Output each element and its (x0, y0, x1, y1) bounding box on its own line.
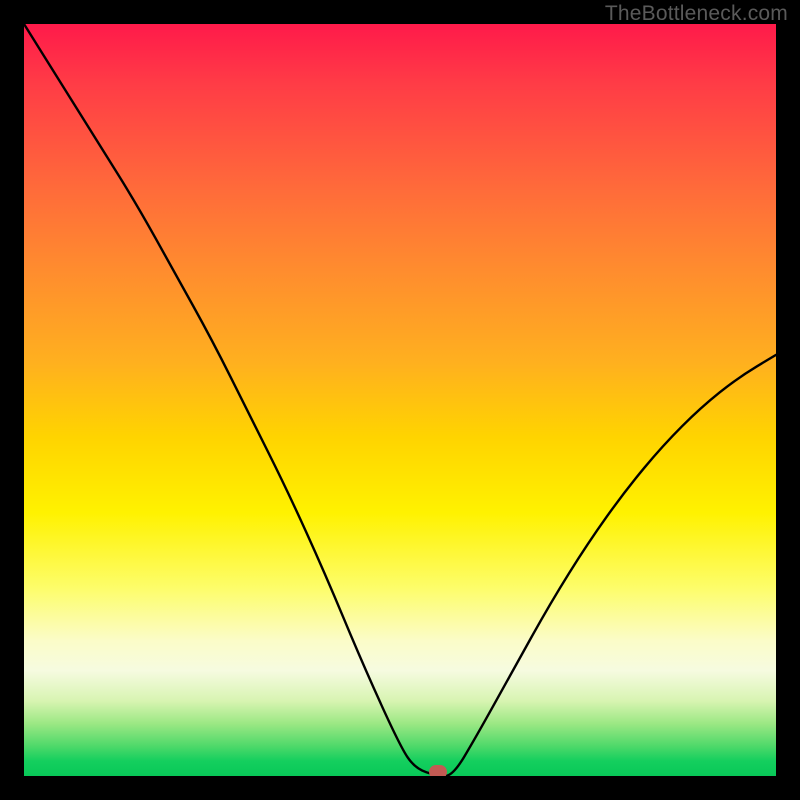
optimum-marker (429, 765, 447, 776)
bottleneck-curve (24, 24, 776, 776)
watermark-label: TheBottleneck.com (605, 2, 788, 26)
plot-area (24, 24, 776, 776)
curve-path (24, 24, 776, 776)
